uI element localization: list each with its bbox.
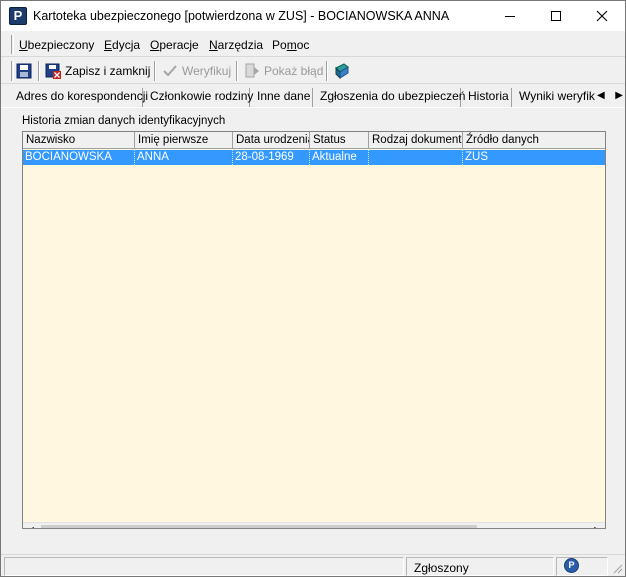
menu-edycja[interactable]: Edycja xyxy=(104,38,140,52)
scroll-left-icon[interactable]: < xyxy=(23,523,40,528)
tab-inne-dane[interactable]: Inne dane xyxy=(250,88,313,107)
cell-imie-pierwsze: ANNA xyxy=(135,150,233,165)
checkmark-icon xyxy=(163,65,177,77)
history-panel: Historia zmian danych identyfikacyjnych … xyxy=(1,107,625,553)
menu-accel: E xyxy=(104,38,113,52)
close-button[interactable] xyxy=(579,1,625,31)
history-grid[interactable]: Nazwisko Imię pierwsze Data urodzenia St… xyxy=(22,131,606,529)
help-book-button[interactable] xyxy=(334,61,354,81)
status-cell-main xyxy=(4,557,404,576)
verify-label: Weryfikuj xyxy=(182,64,232,78)
app-icon[interactable]: P xyxy=(9,7,27,25)
menu-label-rest: oc xyxy=(296,38,310,52)
tab-historia[interactable]: Historia xyxy=(461,88,512,107)
column-header-rodzaj-dokumentu[interactable]: Rodzaj dokumentu xyxy=(369,132,463,149)
menu-accel: N xyxy=(209,38,218,52)
tab-wyniki-weryfikacji[interactable]: Wyniki weryfik xyxy=(512,88,596,107)
save-and-close-button[interactable]: Zapisz i zamknij xyxy=(45,61,150,81)
minimize-icon xyxy=(505,15,515,17)
menu-operacje[interactable]: Operacje xyxy=(150,38,199,52)
toolbar-separator xyxy=(38,61,40,81)
table-row[interactable]: BOCIANOWSKA ANNA 28-08-1969 Aktualne ZUS xyxy=(23,150,605,165)
scrollbar-thumb[interactable] xyxy=(41,525,477,528)
cell-nazwisko: BOCIANOWSKA xyxy=(23,150,135,165)
minimize-button[interactable] xyxy=(487,1,533,31)
grid-header: Nazwisko Imię pierwsze Data urodzenia St… xyxy=(23,132,605,149)
menu-pomoc[interactable]: Pomoc xyxy=(272,38,309,52)
toolbar-separator xyxy=(236,61,238,81)
cell-zrodlo-danych: ZUS xyxy=(465,151,488,163)
tab-scroll-left-icon[interactable]: ◀ xyxy=(597,88,605,104)
history-group-label: Historia zmian danych identyfikacyjnych xyxy=(22,115,226,127)
toolbar-separator xyxy=(326,61,328,81)
toolbar: Zapisz i zamknij Weryfikuj Pokaż błąd xyxy=(1,58,625,84)
toolbar-separator xyxy=(154,61,156,81)
tab-strip: Adres do korespondencji Członkowie rodzi… xyxy=(1,85,625,107)
show-error-label: Pokaż błąd xyxy=(264,64,324,78)
main-window: P Kartoteka ubezpieczonego [potwierdzona… xyxy=(0,0,626,577)
window-title: Kartoteka ubezpieczonego [potwierdzona w… xyxy=(33,9,450,23)
maximize-icon xyxy=(551,11,561,21)
verify-button[interactable]: Weryfikuj xyxy=(162,61,231,81)
tab-scroll-arrows: ◀ ▶ xyxy=(597,88,623,104)
column-header-zrodlo-danych[interactable]: Źródło danych xyxy=(463,132,605,149)
column-header-data-urodzenia[interactable]: Data urodzenia xyxy=(233,132,310,149)
menu-ubezpieczony[interactable]: Ubezpieczony xyxy=(19,38,94,52)
tab-scroll-right-icon[interactable]: ▶ xyxy=(615,88,623,104)
menu-label-rest: peracje xyxy=(159,38,199,52)
cell-data-urodzenia: 28-08-1969 xyxy=(233,150,310,165)
menu-accel: O xyxy=(150,38,160,52)
column-header-status[interactable]: Status xyxy=(310,132,369,149)
save-button[interactable] xyxy=(16,61,36,81)
status-bar: Zgłoszony P xyxy=(1,554,625,576)
menu-narzedzia[interactable]: Narzędzia xyxy=(209,38,263,52)
column-header-imie-pierwsze[interactable]: Imię pierwsze xyxy=(135,132,233,149)
floppy-disk-icon xyxy=(16,63,32,79)
menu-label-rest: dycja xyxy=(112,38,141,52)
tab-czlonkowie-rodziny[interactable]: Członkowie rodziny xyxy=(143,88,253,107)
column-header-nazwisko[interactable]: Nazwisko xyxy=(23,132,135,149)
save-close-icon xyxy=(45,63,61,79)
scroll-right-icon[interactable]: > xyxy=(588,523,605,528)
help-book-icon xyxy=(335,63,349,79)
menu-bar: Ubezpieczony Edycja Operacje Narzędzia P… xyxy=(1,32,625,57)
menu-label-rest: arzędzia xyxy=(217,38,264,52)
title-bar[interactable]: P Kartoteka ubezpieczonego [potwierdzona… xyxy=(1,1,625,31)
toolbar-grip[interactable] xyxy=(11,61,14,81)
menu-label-rest: bezpieczony xyxy=(27,38,95,52)
horizontal-scrollbar[interactable]: < > xyxy=(23,522,605,528)
menu-accel: U xyxy=(19,38,28,52)
cell-rodzaj-dokumentu xyxy=(369,150,463,165)
status-state-text: Zgłoszony xyxy=(414,561,469,575)
status-cell-state: Zgłoszony xyxy=(406,557,554,576)
menu-label-start: Po xyxy=(272,38,287,52)
tab-zgloszenia-do-ubezpieczen[interactable]: Zgłoszenia do ubezpieczeń xyxy=(313,88,465,107)
maximize-button[interactable] xyxy=(533,1,579,31)
resize-grip-icon[interactable] xyxy=(611,562,623,574)
status-indicator-icon: P xyxy=(564,558,579,573)
menubar-grip[interactable] xyxy=(11,35,14,54)
tab-adres-do-korespondencji[interactable]: Adres do korespondencji xyxy=(9,88,148,107)
save-and-close-label: Zapisz i zamknij xyxy=(65,64,151,78)
show-error-icon xyxy=(245,63,259,78)
show-error-button[interactable]: Pokaż błąd xyxy=(244,61,323,81)
menu-accel: m xyxy=(286,38,297,52)
close-icon xyxy=(596,10,608,22)
cell-status: Aktualne xyxy=(310,150,369,165)
